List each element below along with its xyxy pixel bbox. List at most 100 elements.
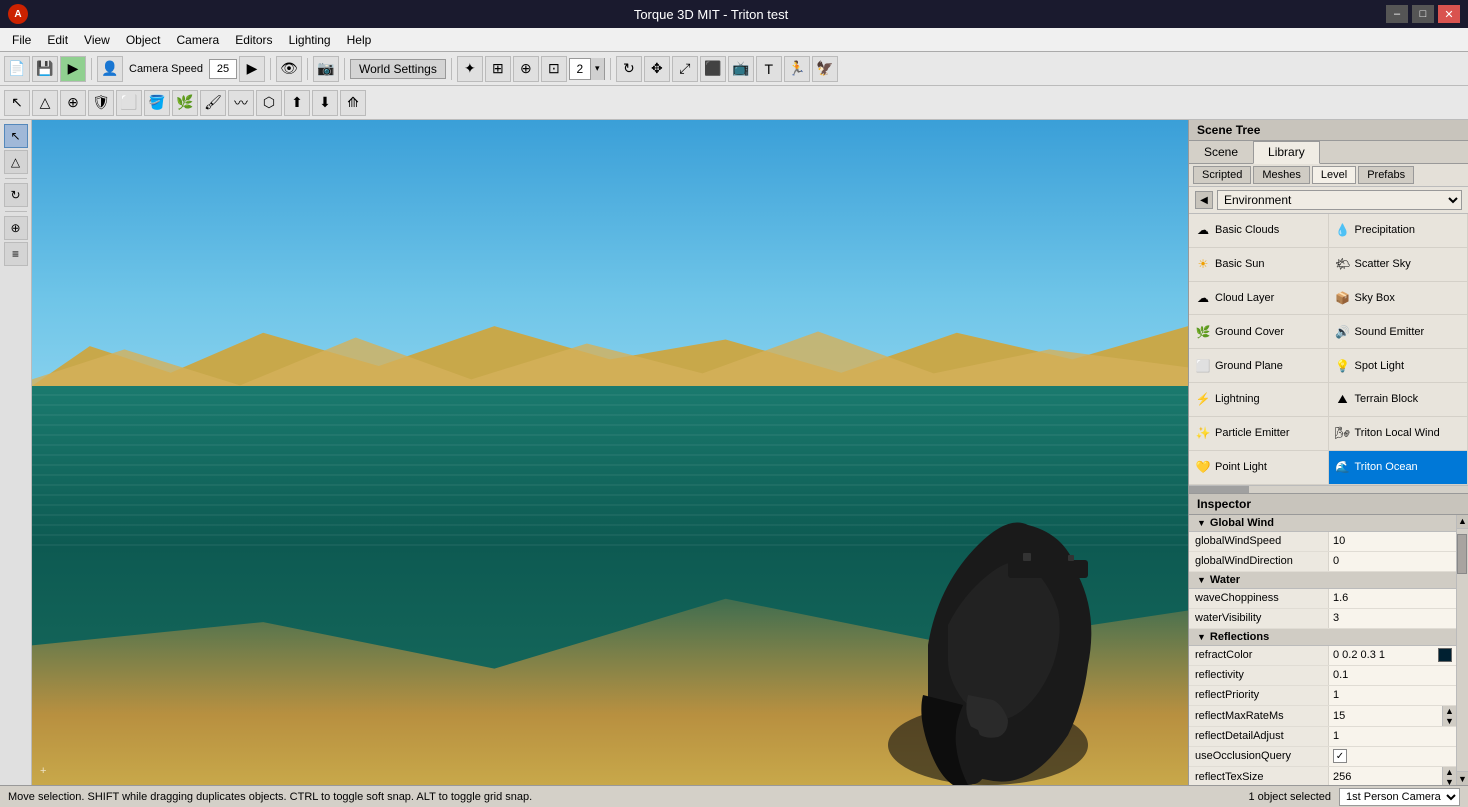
lib-item-particle-emitter[interactable]: ✨ Particle Emitter bbox=[1189, 417, 1329, 451]
insp-value-reflect-tex[interactable]: 256 ▲▼ bbox=[1329, 767, 1456, 786]
lib-item-sound-emitter[interactable]: 🔊 Sound Emitter bbox=[1329, 315, 1468, 349]
minimize-button[interactable]: – bbox=[1386, 5, 1408, 23]
avatar-button[interactable]: 👤 bbox=[97, 56, 123, 82]
obj2-button[interactable]: 🦅 bbox=[812, 56, 838, 82]
tab-scene[interactable]: Scene bbox=[1189, 141, 1253, 163]
insp-scroll-thumb[interactable] bbox=[1457, 534, 1467, 574]
back-button[interactable]: ◀ bbox=[1195, 191, 1213, 209]
tb2-nav[interactable]: ⊕ bbox=[60, 90, 86, 116]
close-button[interactable]: ✕ bbox=[1438, 5, 1460, 23]
save-button[interactable]: 💾 bbox=[32, 56, 58, 82]
menu-camera[interactable]: Camera bbox=[169, 31, 228, 49]
tb2-tree[interactable]: 🌿 bbox=[172, 90, 198, 116]
insp-value-reflectivity[interactable]: 0.1 bbox=[1329, 666, 1456, 685]
tb2-select2[interactable]: ⬡ bbox=[256, 90, 282, 116]
lt-rotate-button[interactable]: ↻ bbox=[4, 183, 28, 207]
lib-item-ground-plane[interactable]: ⬜ Ground Plane bbox=[1189, 349, 1329, 383]
menu-edit[interactable]: Edit bbox=[39, 31, 76, 49]
insp-value-wind-dir[interactable]: 0 bbox=[1329, 552, 1456, 571]
screen-button[interactable]: 📺 bbox=[728, 56, 754, 82]
tb2-select[interactable]: ↖ bbox=[4, 90, 30, 116]
camera-mode-select[interactable]: 1st Person Camera bbox=[1339, 788, 1460, 806]
lib-item-basic-sun[interactable]: ☀ Basic Sun bbox=[1189, 248, 1329, 282]
insp-value-reflect-rate[interactable]: 15 ▲▼ bbox=[1329, 706, 1456, 726]
tb2-brush[interactable]: 🖌 bbox=[200, 90, 226, 116]
viewport[interactable]: + bbox=[32, 120, 1188, 785]
lt-camera-button[interactable]: ⊕ bbox=[4, 216, 28, 240]
lt-move-button[interactable]: △ bbox=[4, 150, 28, 174]
tab-library[interactable]: Library bbox=[1253, 141, 1320, 164]
environment-dropdown[interactable]: Environment bbox=[1217, 190, 1462, 210]
reflect-tex-spinner[interactable]: ▲▼ bbox=[1442, 767, 1456, 786]
tb2-raise[interactable]: ⬆ bbox=[284, 90, 310, 116]
insp-scroll-up[interactable]: ▲ bbox=[1457, 515, 1468, 529]
bounds-button[interactable]: ⬛ bbox=[700, 56, 726, 82]
lib-item-spot-light[interactable]: 💡 Spot Light bbox=[1329, 349, 1468, 383]
tb2-paint[interactable]: 🪣 bbox=[144, 90, 170, 116]
insp-value-reflect-detail[interactable]: 1 bbox=[1329, 727, 1456, 746]
align-button[interactable]: ⊡ bbox=[541, 56, 567, 82]
tb2-smooth[interactable]: 〰 bbox=[228, 90, 254, 116]
menu-help[interactable]: Help bbox=[339, 31, 380, 49]
obj1-button[interactable]: 🏃 bbox=[784, 56, 810, 82]
menu-editors[interactable]: Editors bbox=[227, 31, 280, 49]
lib-item-basic-clouds[interactable]: ☁ Basic Clouds bbox=[1189, 214, 1329, 248]
rotate-button[interactable]: ↻ bbox=[616, 56, 642, 82]
camera-speed-input[interactable] bbox=[209, 59, 237, 79]
insp-value-wind-speed[interactable]: 10 bbox=[1329, 532, 1456, 551]
insp-value-wave-chop[interactable]: 1.6 bbox=[1329, 589, 1456, 608]
library-scrollbar[interactable] bbox=[1189, 485, 1468, 493]
sub-tab-prefabs[interactable]: Prefabs bbox=[1358, 166, 1414, 184]
lt-info-button[interactable]: ≡ bbox=[4, 242, 28, 266]
lib-item-sky-box[interactable]: 📦 Sky Box bbox=[1329, 282, 1468, 316]
scale-button[interactable]: ⤢ bbox=[672, 56, 698, 82]
menu-lighting[interactable]: Lighting bbox=[281, 31, 339, 49]
screenshot-button[interactable]: 📷 bbox=[313, 56, 339, 82]
cam-speed-up[interactable]: ▶ bbox=[239, 56, 265, 82]
reflect-rate-spinner[interactable]: ▲▼ bbox=[1442, 706, 1456, 726]
text-button[interactable]: T bbox=[756, 56, 782, 82]
tb2-shield[interactable]: 🛡 bbox=[88, 90, 114, 116]
sub-tab-level[interactable]: Level bbox=[1312, 166, 1356, 184]
camera-options-button[interactable]: 👁 bbox=[276, 56, 302, 82]
sub-tab-scripted[interactable]: Scripted bbox=[1193, 166, 1251, 184]
lib-item-lightning[interactable]: ⚡ Lightning bbox=[1189, 383, 1329, 417]
menu-object[interactable]: Object bbox=[118, 31, 169, 49]
insp-scroll-track[interactable] bbox=[1457, 529, 1468, 772]
world-settings-button[interactable]: World Settings bbox=[350, 59, 446, 79]
lt-select-button[interactable]: ↖ bbox=[4, 124, 28, 148]
sub-tab-meshes[interactable]: Meshes bbox=[1253, 166, 1310, 184]
insp-scroll-down[interactable]: ▼ bbox=[1457, 771, 1468, 785]
menu-view[interactable]: View bbox=[76, 31, 118, 49]
lib-item-cloud-layer[interactable]: ☁ Cloud Layer bbox=[1189, 282, 1329, 316]
tb2-terrain[interactable]: △ bbox=[32, 90, 58, 116]
occlusion-checkbox[interactable]: ✓ bbox=[1333, 749, 1347, 763]
select-button[interactable]: ✦ bbox=[457, 56, 483, 82]
lib-item-triton-local-wind[interactable]: 🌬 Triton Local Wind bbox=[1329, 417, 1468, 451]
group-water[interactable]: ▼ Water bbox=[1189, 572, 1456, 589]
snap-button[interactable]: ⊕ bbox=[513, 56, 539, 82]
lib-item-point-light[interactable]: 💛 Point Light bbox=[1189, 451, 1329, 485]
lib-item-terrain-block[interactable]: ⛰ Terrain Block bbox=[1329, 383, 1468, 417]
menu-file[interactable]: File bbox=[4, 31, 39, 49]
insp-value-water-vis[interactable]: 3 bbox=[1329, 609, 1456, 628]
move-button[interactable]: ✥ bbox=[644, 56, 670, 82]
tb2-lower[interactable]: ⬇ bbox=[312, 90, 338, 116]
grid-button[interactable]: ⊞ bbox=[485, 56, 511, 82]
step-dropdown-arrow[interactable]: ▾ bbox=[590, 58, 604, 80]
play-button[interactable]: ▶ bbox=[60, 56, 86, 82]
lib-item-triton-ocean[interactable]: 🌊 Triton Ocean bbox=[1329, 451, 1468, 485]
insp-value-occlusion[interactable]: ✓ bbox=[1329, 747, 1456, 766]
step-dropdown[interactable]: 2 ▾ bbox=[569, 58, 605, 80]
refract-color-swatch[interactable] bbox=[1438, 648, 1452, 662]
new-level-button[interactable]: 📄 bbox=[4, 56, 30, 82]
lib-item-precipitation[interactable]: 💧 Precipitation bbox=[1329, 214, 1468, 248]
insp-value-reflect-priority[interactable]: 1 bbox=[1329, 686, 1456, 705]
tb2-block[interactable]: ⬜ bbox=[116, 90, 142, 116]
tb2-flatten[interactable]: ⟰ bbox=[340, 90, 366, 116]
lib-item-ground-cover[interactable]: 🌿 Ground Cover bbox=[1189, 315, 1329, 349]
group-reflections[interactable]: ▼ Reflections bbox=[1189, 629, 1456, 646]
lib-item-scatter-sky[interactable]: 🌤 Scatter Sky bbox=[1329, 248, 1468, 282]
group-global-wind[interactable]: ▼ Global Wind bbox=[1189, 515, 1456, 532]
insp-value-refract-color[interactable]: 0 0.2 0.3 1 bbox=[1329, 646, 1456, 665]
